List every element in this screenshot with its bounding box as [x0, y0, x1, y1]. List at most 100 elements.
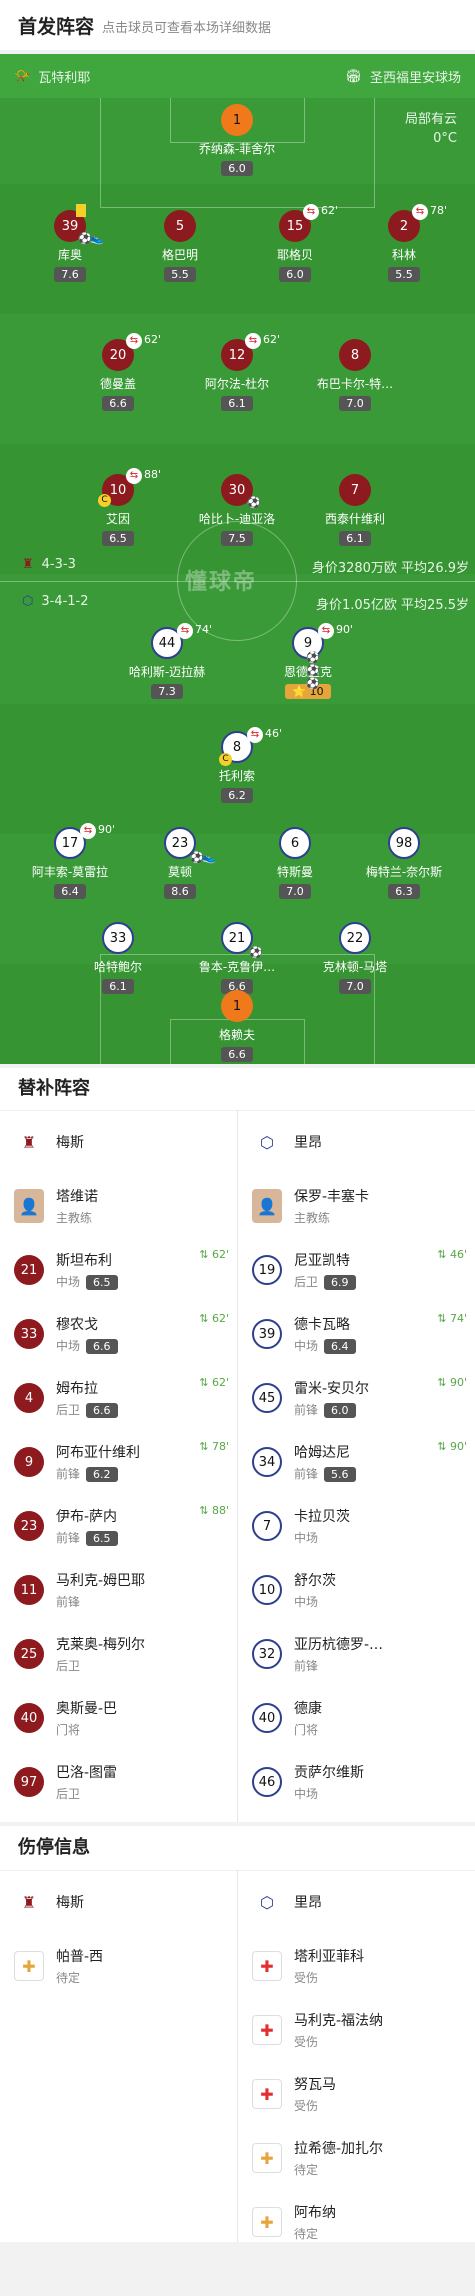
- player-card[interactable]: 33 哈特鲍尔 6.1: [58, 922, 178, 994]
- sub-minute: 46': [265, 727, 283, 740]
- sub-player-row[interactable]: 32 亚历杭德罗-… 前锋: [238, 1622, 475, 1686]
- player-card[interactable]: 15 ⇆ 62' 耶格贝 6.0: [235, 204, 355, 282]
- sub-player-row[interactable]: 34 哈姆达尼 前锋 5.6 ⇅ 90': [238, 1430, 475, 1494]
- shirt-icon: 17 ⇆ 90': [54, 823, 115, 859]
- coach-role: 主教练: [56, 1211, 93, 1225]
- sub-player-row[interactable]: 39 德卡瓦略 中场 6.4 ⇅ 74': [238, 1302, 475, 1366]
- player-card[interactable]: 1 乔纳森-菲舍尔 6.0: [177, 104, 297, 176]
- sub-player-row[interactable]: 40 奥斯曼-巴 门将: [0, 1686, 237, 1750]
- player-rating: 5.6: [324, 1467, 356, 1482]
- subs-title: 替补阵容: [18, 1078, 90, 1099]
- away-coach[interactable]: 👤 保罗-丰塞卡 主教练: [238, 1174, 475, 1238]
- sub-player-row[interactable]: 7 卡拉贝茨 中场: [238, 1494, 475, 1558]
- player-card[interactable]: 6 特斯曼 7.0: [235, 827, 355, 899]
- sub-player-row[interactable]: 10 舒尔茨 中场: [238, 1558, 475, 1622]
- sub-player-row[interactable]: 23 伊布-萨内 前锋 6.5 ⇅ 88': [0, 1494, 237, 1558]
- page-title: 首发阵容: [18, 15, 95, 38]
- player-card[interactable]: 2 ⇆ 78' 科林 5.5: [344, 204, 464, 282]
- sub-on-icon: ⇅ 88': [199, 1504, 229, 1517]
- shirt-number: 21: [14, 1255, 44, 1285]
- sub-player-row[interactable]: 21 斯坦布利 中场 6.5 ⇅ 62': [0, 1238, 237, 1302]
- sub-on-icon: ⇅ 90': [437, 1440, 467, 1453]
- player-card[interactable]: 5 格巴明 5.5: [120, 210, 240, 282]
- captain-icon: C: [219, 753, 232, 766]
- shirt-icon: 1: [221, 104, 253, 136]
- player-card[interactable]: 17 ⇆ 90' 阿丰索-莫雷拉 6.4: [10, 823, 130, 899]
- player-card[interactable]: 44 ⇆ 74' 哈利斯-迈拉赫 7.3: [107, 623, 227, 699]
- sub-player-row[interactable]: 33 穆农戈 中场 6.6 ⇅ 62': [0, 1302, 237, 1366]
- captain-icon: C: [98, 494, 111, 507]
- player-rating: 7.0: [279, 884, 311, 899]
- player-position: 后卫: [56, 1787, 81, 1801]
- player-name: 特斯曼: [276, 865, 313, 879]
- player-card[interactable]: 8 布巴卡尔-特… 7.0: [295, 339, 415, 411]
- injury-row[interactable]: ✚ 塔利亚菲科 受伤: [238, 1934, 475, 1998]
- player-name: 克莱奥-梅列尔: [56, 1637, 146, 1653]
- injury-row[interactable]: ✚ 拉希德-加扎尔 待定: [238, 2126, 475, 2190]
- player-position: 后卫: [56, 1659, 81, 1673]
- shirt-number: 34: [252, 1447, 282, 1477]
- injury-doubtful-icon: ✚: [252, 2207, 282, 2237]
- player-name: 格赖夫: [218, 1028, 255, 1042]
- player-position: 中场: [56, 1275, 81, 1289]
- sub-minute: 62': [263, 333, 281, 346]
- sub-player-row[interactable]: 11 马利克-姆巴耶 前锋: [0, 1558, 237, 1622]
- shirt-number: 45: [252, 1383, 282, 1413]
- away-value: 身价1.05亿欧 平均25.5岁: [315, 598, 469, 613]
- sub-player-row[interactable]: 4 姆布拉 后卫 6.6 ⇅ 62': [0, 1366, 237, 1430]
- player-rating: 6.2: [221, 788, 253, 803]
- sub-minute: 62': [144, 333, 162, 346]
- sub-player-row[interactable]: 40 德康 门将: [238, 1686, 475, 1750]
- player-name: 巴洛-图雷: [56, 1765, 118, 1781]
- avatar: 👤: [14, 1189, 44, 1223]
- player-card[interactable]: 98 梅特兰-奈尔斯 6.3: [344, 827, 464, 899]
- shirt-icon: 30 ⚽: [221, 474, 261, 509]
- sub-off-icon: ⇆: [247, 727, 263, 743]
- player-name: 帕普-西: [56, 1949, 104, 1965]
- player-name: 哈比卜-迪亚洛: [198, 512, 276, 526]
- sub-player-row[interactable]: 97 巴洛-图雷 后卫: [0, 1750, 237, 1814]
- player-rating: 6.6: [86, 1403, 118, 1418]
- home-coach[interactable]: 👤 塔维诺 主教练: [0, 1174, 237, 1238]
- player-card[interactable]: 8 ⇆ 46' C 托利索 6.2: [177, 727, 297, 803]
- away-formation: ⬡ 3-4-1-2: [22, 594, 89, 609]
- player-position: 中场: [294, 1531, 319, 1545]
- player-card[interactable]: 30 ⚽ 哈比卜-迪亚洛 7.5: [177, 474, 297, 546]
- sub-player-row[interactable]: 46 贡萨尔维斯 中场: [238, 1750, 475, 1814]
- shirt-number: 40: [14, 1703, 44, 1733]
- player-card[interactable]: 22 克林顿-马塔 7.0: [295, 922, 415, 994]
- player-name: 舒尔茨: [294, 1573, 336, 1589]
- player-name: 努瓦马: [294, 2077, 336, 2093]
- injury-row[interactable]: ✚ 阿布纳 待定: [238, 2190, 475, 2254]
- injury-row[interactable]: ✚ 马利克-福法纳 受伤: [238, 1998, 475, 2062]
- team-name: 里昂: [294, 1135, 322, 1151]
- home-team-row: ♜ 梅斯: [0, 1870, 237, 1934]
- player-rating: 6.6: [86, 1339, 118, 1354]
- sub-on-icon: ⇅ 78': [199, 1440, 229, 1453]
- player-card[interactable]: 9 ⇆ 90' ⚽⚽⚽ 恩德里克 ⭐ 10: [248, 623, 368, 699]
- home-value: 身价3280万欧 平均26.9岁: [311, 561, 469, 576]
- sub-player-row[interactable]: 9 阿布亚什维利 前锋 6.2 ⇅ 78': [0, 1430, 237, 1494]
- player-position: 中场: [56, 1339, 81, 1353]
- player-name: 马利克-福法纳: [294, 2013, 384, 2029]
- team-name: 里昂: [294, 1895, 322, 1911]
- player-card[interactable]: 10 ⇆ 88' C 艾因 6.5: [58, 468, 178, 546]
- player-card[interactable]: 12 ⇆ 62' 阿尔法-杜尔 6.1: [177, 333, 297, 411]
- sub-on-icon: ⇅ 46': [437, 1248, 467, 1261]
- injury-row[interactable]: ✚ 努瓦马 受伤: [238, 2062, 475, 2126]
- player-position: 前锋: [56, 1467, 81, 1481]
- away-team-row: ⬡ 里昂: [238, 1870, 475, 1934]
- sub-player-row[interactable]: 25 克莱奥-梅列尔 后卫: [0, 1622, 237, 1686]
- player-rating: 5.5: [388, 267, 420, 282]
- whistle-icon: 📯: [14, 68, 31, 84]
- player-card[interactable]: 39 ⚽ 👟 库奥 7.6: [10, 204, 130, 282]
- player-card[interactable]: 7 西泰什维利 6.1: [295, 474, 415, 546]
- player-card[interactable]: 23 ⚽ 👟 莫顿 8.6: [120, 827, 240, 899]
- sub-player-row[interactable]: 45 雷米-安贝尔 前锋 6.0 ⇅ 90': [238, 1366, 475, 1430]
- player-card[interactable]: 21 ⚽ 鲁本-克鲁伊… 6.6: [177, 922, 297, 994]
- player-card[interactable]: 20 ⇆ 62' 德曼盖 6.6: [58, 333, 178, 411]
- injuries-title: 伤停信息: [18, 1837, 90, 1858]
- sub-player-row[interactable]: 19 尼亚凯特 后卫 6.9 ⇅ 46': [238, 1238, 475, 1302]
- injury-row[interactable]: ✚ 帕普-西 待定: [0, 1934, 237, 1998]
- player-card[interactable]: 1 格赖夫 6.6: [177, 990, 297, 1062]
